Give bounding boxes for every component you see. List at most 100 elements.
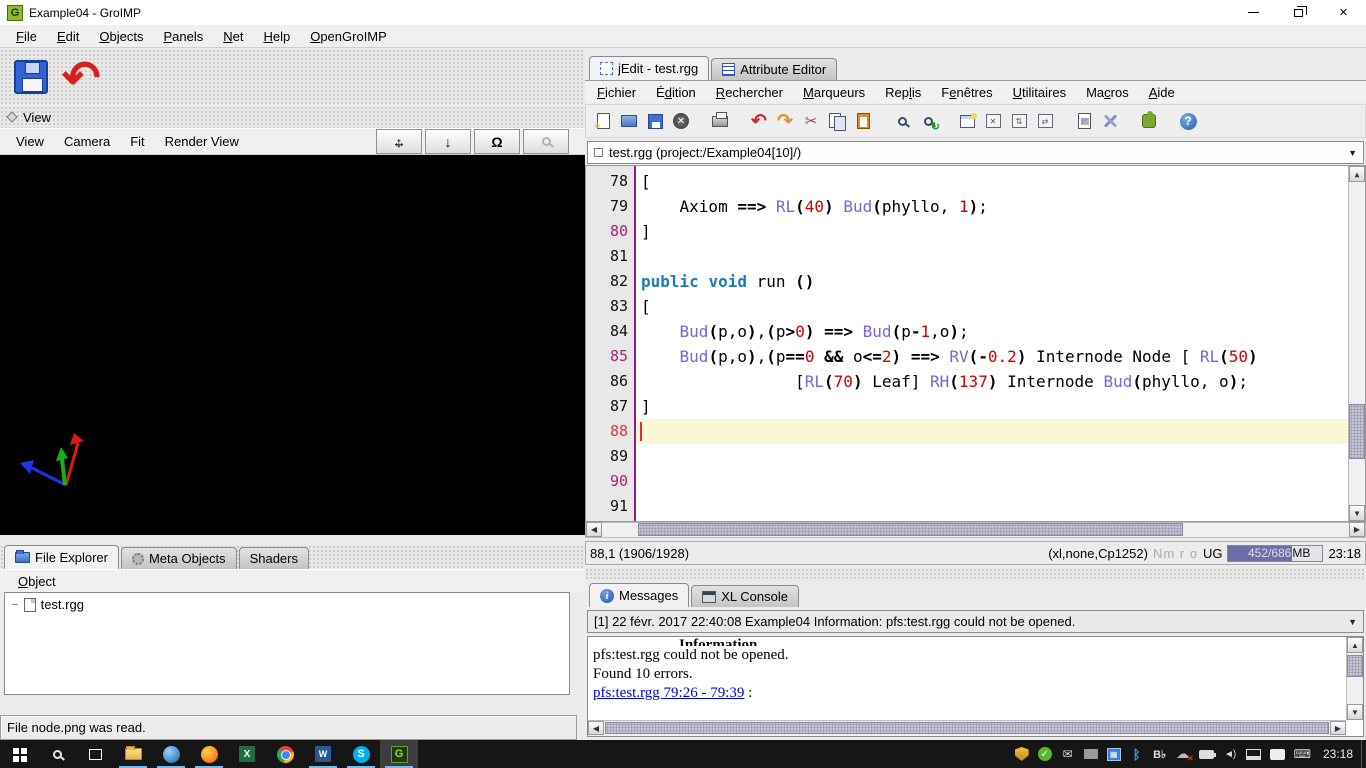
vertical-scroll-thumb[interactable] <box>1349 404 1365 459</box>
audio-b-icon[interactable]: B♭ <box>1153 748 1167 761</box>
minimize-button[interactable] <box>1231 0 1276 25</box>
taskbar-file-explorer-button[interactable] <box>114 740 152 768</box>
menu-objects[interactable]: Objects <box>89 26 153 47</box>
taskbar-excel-button[interactable]: X <box>228 740 266 768</box>
log-horizontal-thumb[interactable] <box>605 722 1329 734</box>
volume-icon[interactable]: ◄) <box>1223 749 1237 760</box>
tab-attribute-editor[interactable]: Attribute Editor <box>711 58 837 80</box>
taskbar-chrome-button[interactable] <box>266 740 304 768</box>
taskbar-clock[interactable]: 23:18 <box>1321 747 1361 761</box>
mode-flags-inactive[interactable]: Nm r o <box>1153 546 1198 561</box>
scroll-up-icon[interactable]: ▲ <box>1349 166 1365 182</box>
menu-fit[interactable]: Fit <box>120 131 154 152</box>
menu-opengroimp[interactable]: OpenGroIMP <box>300 26 397 47</box>
menu-marqueurs[interactable]: Marqueurs <box>793 82 875 103</box>
menu-utilitaires[interactable]: Utilitaires <box>1003 82 1076 103</box>
log-horizontal-scrollbar[interactable]: ◀ ▶ <box>588 720 1346 736</box>
restore-button[interactable] <box>1276 0 1321 25</box>
scroll-down-icon[interactable]: ▼ <box>1349 505 1365 521</box>
rotate-tool-button[interactable]: Ω <box>474 129 520 154</box>
menu-edit[interactable]: Edit <box>47 26 89 47</box>
log-scroll-left-icon[interactable]: ◀ <box>588 721 604 735</box>
save-button[interactable] <box>14 60 48 94</box>
new-file-button[interactable] <box>590 108 616 134</box>
global-options-button[interactable] <box>1097 108 1123 134</box>
3d-viewport[interactable] <box>0 155 585 535</box>
buffer-encoding[interactable]: (xl,none,Cp1252) <box>1048 546 1148 561</box>
show-desktop-button[interactable] <box>1361 740 1366 768</box>
onedrive-offline-icon[interactable]: ☁✕ <box>1176 746 1190 762</box>
cut-button[interactable]: ✂ <box>798 108 824 134</box>
catalog-app-icon[interactable]: ▦ <box>1107 748 1121 761</box>
menu-fichier[interactable]: Fichier <box>587 82 646 103</box>
print-button[interactable] <box>707 108 733 134</box>
display-icon[interactable] <box>1084 749 1098 759</box>
menu-aide[interactable]: Aide <box>1139 82 1185 103</box>
find-replace-button[interactable]: ↻ <box>915 108 941 134</box>
defender-shield-icon[interactable] <box>1015 747 1029 761</box>
antivirus-check-icon[interactable]: ✓ <box>1038 747 1052 761</box>
close-button[interactable]: × <box>1321 0 1366 25</box>
undo-button[interactable]: ↶ <box>62 60 101 95</box>
chat-icon[interactable] <box>1270 749 1285 760</box>
redo-button[interactable]: ↷ <box>772 108 798 134</box>
taskbar-word-button[interactable]: W <box>304 740 342 768</box>
new-view-button[interactable] <box>954 108 980 134</box>
tab-messages[interactable]: iMessages <box>589 583 689 607</box>
find-button[interactable] <box>889 108 915 134</box>
translate-tool-button[interactable]: ↔↕ <box>376 129 422 154</box>
taskbar-firefox-button[interactable] <box>190 740 228 768</box>
power-icon[interactable] <box>1199 750 1214 759</box>
editor-vertical-scrollbar[interactable]: ▲ ▼ <box>1348 166 1365 521</box>
undo-button[interactable]: ↶ <box>746 108 772 134</box>
menu-rechercher[interactable]: Rechercher <box>706 82 793 103</box>
pan-down-tool-button[interactable]: ↓ <box>425 129 471 154</box>
split-vertical-button[interactable]: ⇄ <box>1032 108 1058 134</box>
split-horizontal-button[interactable]: ⇅ <box>1006 108 1032 134</box>
error-location-link[interactable]: pfs:test.rgg 79:26 - 79:39 <box>593 685 744 701</box>
scroll-left-icon[interactable]: ◀ <box>586 522 602 537</box>
help-button[interactable]: ? <box>1175 108 1201 134</box>
save-file-button[interactable] <box>642 108 668 134</box>
tree-expander[interactable]: − <box>11 597 19 612</box>
menu-render-view[interactable]: Render View <box>155 131 249 152</box>
taskbar-task-view-button[interactable] <box>76 740 114 768</box>
taskbar-skype-button[interactable]: S <box>342 740 380 768</box>
taskbar-groimp-button[interactable]: G <box>380 740 418 768</box>
message-dropdown-icon[interactable]: ▼ <box>1348 617 1357 627</box>
view-panel-header[interactable]: View <box>0 106 585 128</box>
tab-meta-objects[interactable]: Meta Objects <box>121 547 237 569</box>
horizontal-scroll-thumb[interactable] <box>638 523 1183 536</box>
taskbar-thunderbird-button[interactable] <box>152 740 190 768</box>
taskbar-start-button[interactable] <box>0 740 38 768</box>
buffer-selector[interactable]: test.rgg (project:/Example04[10]/) ▼ <box>587 141 1364 164</box>
keyboard-icon[interactable]: ⌨ <box>1294 747 1311 761</box>
message-dropdown[interactable]: [1] 22 févr. 2017 22:40:08 Example04 Inf… <box>587 610 1364 633</box>
menu-fen-tres[interactable]: Fenêtres <box>931 82 1002 103</box>
taskbar-search-button[interactable] <box>38 740 76 768</box>
buffer-options-button[interactable] <box>1071 108 1097 134</box>
zoom-tool-button[interactable] <box>523 129 569 154</box>
scroll-right-icon[interactable]: ▶ <box>1349 522 1365 537</box>
menu-file[interactable]: File <box>6 26 47 47</box>
tab-shaders[interactable]: Shaders <box>239 547 309 569</box>
log-vertical-scrollbar[interactable]: ▲ ▼ <box>1346 637 1363 720</box>
menu-object[interactable]: Object <box>8 571 66 592</box>
log-scroll-down-icon[interactable]: ▼ <box>1347 704 1363 720</box>
log-scroll-right-icon[interactable]: ▶ <box>1330 721 1346 735</box>
bluetooth-icon[interactable]: ᛒ <box>1130 747 1144 762</box>
log-scroll-up-icon[interactable]: ▲ <box>1347 637 1363 653</box>
tab-file-explorer[interactable]: File Explorer <box>4 545 119 569</box>
mail-icon[interactable]: ✉ <box>1061 747 1075 761</box>
tree-item-testrgg[interactable]: − test.rgg <box>11 597 563 612</box>
menu-panels[interactable]: Panels <box>153 26 213 47</box>
plugin-manager-button[interactable] <box>1136 108 1162 134</box>
open-file-button[interactable] <box>616 108 642 134</box>
menu-replis[interactable]: Replis <box>875 82 931 103</box>
network-icon[interactable] <box>1246 749 1261 760</box>
copy-button[interactable] <box>824 108 850 134</box>
menu-net[interactable]: Net <box>213 26 253 47</box>
menu-camera[interactable]: Camera <box>54 131 120 152</box>
tab-jedit-test-rgg[interactable]: jEdit - test.rgg <box>589 56 709 80</box>
memory-indicator[interactable]: 452/686 MB <box>1227 545 1323 562</box>
